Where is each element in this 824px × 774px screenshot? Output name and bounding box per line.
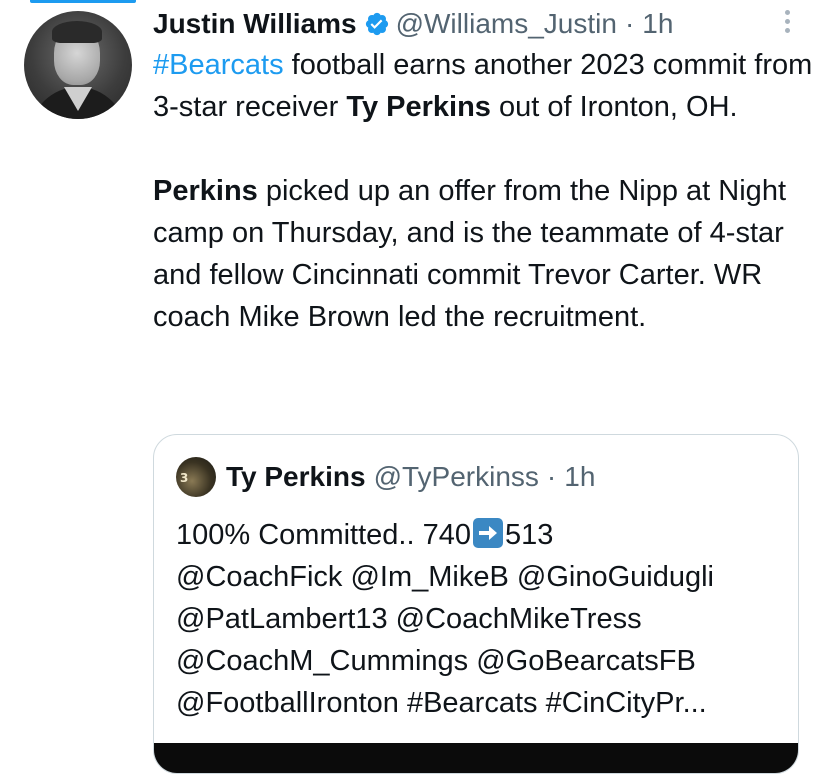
quoted-author-name[interactable]: Ty Perkins (226, 461, 366, 493)
tweet-paragraph-2: Perkins picked up an offer from the Nipp… (153, 170, 813, 338)
tweet-paragraph-1: #Bearcats football earns another 2023 co… (153, 44, 813, 128)
quoted-tweet-card[interactable]: 3 Ty Perkins @TyPerkinss · 1h 100% Commi… (153, 434, 799, 774)
quoted-line-3: @PatLambert13 @CoachMikeTress (176, 603, 642, 635)
active-tab-indicator (30, 0, 136, 3)
quoted-tweet-media[interactable] (154, 743, 798, 773)
separator-dot: · (624, 8, 635, 39)
quoted-line-4: @CoachM_Cummings @GoBearcatsFB (176, 645, 696, 677)
quoted-tweet-header: 3 Ty Perkins @TyPerkinss · 1h (176, 457, 595, 497)
quoted-text-segment: 100% Committed.. 740 (176, 519, 471, 551)
bold-text-segment: Perkins (153, 175, 258, 207)
tweet-timestamp[interactable]: 1h (642, 8, 673, 40)
quoted-line-5: @FootballIronton #Bearcats #CinCityPr... (176, 687, 707, 719)
author-handle[interactable]: @Williams_Justin (396, 8, 617, 40)
tweet-body: #Bearcats football earns another 2023 co… (153, 44, 813, 338)
more-options-icon[interactable] (780, 10, 794, 38)
quoted-tweet-timestamp[interactable]: 1h (564, 461, 595, 493)
bold-text-segment: Ty Perkins (346, 91, 491, 123)
quoted-line-2: @CoachFick @Im_MikeB @GinoGuidugli (176, 561, 714, 593)
quoted-author-avatar[interactable]: 3 (176, 457, 216, 497)
right-arrow-emoji-icon (472, 518, 503, 548)
tweet-header: Justin Williams @Williams_Justin · 1h (153, 4, 673, 44)
avatar-hair-shape (52, 21, 102, 43)
tweet-text-segment: out of Ironton, OH. (490, 91, 738, 123)
hashtag-link[interactable]: #Bearcats (153, 49, 284, 81)
author-name[interactable]: Justin Williams (153, 8, 357, 40)
verified-badge-icon (364, 11, 390, 37)
quoted-author-handle[interactable]: @TyPerkinss (374, 461, 539, 493)
quoted-tweet-body: 100% Committed.. 740 513 @CoachFick @Im_M… (176, 514, 786, 724)
quoted-avatar-jersey-number: 3 (180, 471, 189, 485)
author-avatar[interactable] (24, 11, 132, 119)
quoted-line-1: 100% Committed.. 740 513 (176, 514, 786, 556)
separator-dot: · (546, 461, 557, 492)
quoted-text-segment: 513 (504, 519, 554, 551)
